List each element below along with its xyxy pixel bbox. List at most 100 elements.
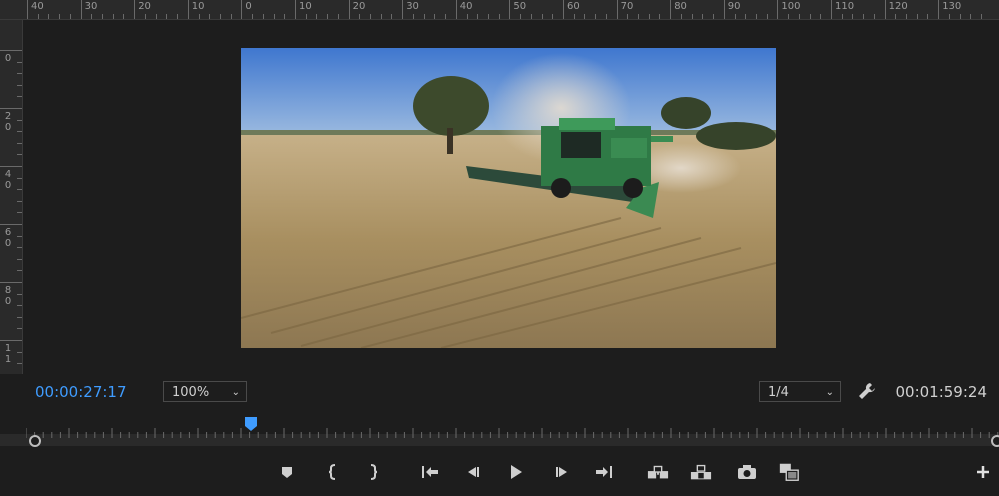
ruler-minor-tick <box>59 14 61 19</box>
overwrite-icon <box>690 464 712 480</box>
ruler-major-tick <box>0 340 22 341</box>
play-button[interactable] <box>505 461 527 483</box>
step-forward-icon <box>556 467 567 477</box>
ruler-minor-tick <box>17 84 22 86</box>
ruler-minor-tick <box>273 14 275 19</box>
step-back-button[interactable] <box>462 461 484 483</box>
ruler-minor-tick <box>17 247 22 249</box>
ruler-minor-tick <box>17 177 22 179</box>
harvest-field-image <box>241 48 776 348</box>
horizontal-ruler: 40 30 20 10 0 10 20 30 40 50 60 70 80 90 100 110 120 130 <box>22 0 999 20</box>
ruler-minor-tick <box>573 14 575 19</box>
ruler-major-tick <box>0 166 22 167</box>
ruler-major-tick <box>455 0 457 19</box>
ruler-major-tick <box>938 0 940 19</box>
add-button[interactable] <box>972 461 994 483</box>
ruler-minor-tick <box>198 14 200 19</box>
ruler-minor-tick <box>713 14 715 19</box>
ruler-label: 1 1 <box>4 343 12 365</box>
ruler-minor-tick <box>520 14 522 19</box>
ruler-minor-tick <box>627 14 629 19</box>
comparison-view-icon <box>779 463 799 481</box>
ruler-major-tick <box>777 0 779 19</box>
ruler-major-tick <box>723 0 725 19</box>
scrollbar-start-handle[interactable] <box>29 435 41 447</box>
ruler-minor-tick <box>766 14 768 19</box>
add-marker-button[interactable] <box>276 461 298 483</box>
ruler-minor-tick <box>262 14 264 19</box>
ruler-minor-tick <box>948 14 950 19</box>
overwrite-button[interactable] <box>690 461 712 483</box>
ruler-minor-tick <box>380 14 382 19</box>
ruler-minor-tick <box>638 14 640 19</box>
plus-icon <box>977 466 989 478</box>
ruler-minor-tick <box>69 14 71 19</box>
ruler-label: 30 <box>84 1 98 12</box>
zoom-level-select[interactable]: 100% ⌄ <box>163 381 247 402</box>
ruler-minor-tick <box>17 73 22 75</box>
ruler-minor-tick <box>359 14 361 19</box>
ruler-minor-tick <box>144 14 146 19</box>
ruler-minor-tick <box>337 14 339 19</box>
ruler-minor-tick <box>734 14 736 19</box>
ruler-minor-tick <box>906 14 908 19</box>
ruler-minor-tick <box>648 14 650 19</box>
ruler-major-tick <box>27 0 28 19</box>
ruler-minor-tick <box>230 14 232 19</box>
ruler-major-tick <box>884 0 886 19</box>
ruler-minor-tick <box>17 131 22 133</box>
ruler-minor-tick <box>112 14 114 19</box>
export-frame-button[interactable] <box>736 461 758 483</box>
ruler-major-tick <box>563 0 564 19</box>
ruler-minor-tick <box>252 14 254 19</box>
mark-out-icon <box>370 464 378 480</box>
playhead[interactable] <box>244 416 258 432</box>
ruler-label: 40 <box>31 1 44 12</box>
camera-icon <box>738 465 756 479</box>
go-to-out-icon <box>596 466 612 478</box>
resolution-select[interactable]: 1/4 ⌄ <box>759 381 841 402</box>
ruler-minor-tick <box>17 270 22 272</box>
ruler-minor-tick <box>17 351 22 353</box>
ruler-major-tick <box>134 0 136 19</box>
scrollbar-end-handle[interactable] <box>991 435 999 447</box>
ruler-minor-tick <box>552 14 554 19</box>
ruler-minor-tick <box>498 14 500 19</box>
ruler-minor-tick <box>487 14 489 19</box>
timeline-track[interactable] <box>26 420 999 446</box>
ruler-minor-tick <box>466 14 468 19</box>
marker-icon <box>282 467 292 478</box>
duration-timecode: 00:01:59:24 <box>895 383 987 401</box>
settings-wrench-icon[interactable] <box>856 380 878 402</box>
go-to-out-button[interactable] <box>593 461 615 483</box>
resolution-value: 1/4 <box>768 385 789 400</box>
ruler-minor-tick <box>702 14 704 19</box>
ruler-minor-tick <box>841 14 843 19</box>
step-forward-button[interactable] <box>551 461 573 483</box>
ruler-minor-tick <box>595 14 597 19</box>
ruler-minor-tick <box>166 14 168 19</box>
ruler-label: 0 <box>245 1 252 12</box>
current-timecode[interactable]: 00:00:27:17 <box>35 383 127 401</box>
ruler-minor-tick <box>852 14 854 19</box>
ruler-minor-tick <box>284 14 286 19</box>
ruler-label: 50 <box>513 1 527 12</box>
mark-out-button[interactable] <box>362 461 384 483</box>
ruler-minor-tick <box>391 14 393 19</box>
comparison-view-button[interactable] <box>778 461 800 483</box>
ruler-label: 110 <box>835 1 855 12</box>
ruler-major-tick <box>80 0 82 19</box>
ruler-corner <box>0 0 23 20</box>
ruler-minor-tick <box>17 212 22 214</box>
ruler-minor-tick <box>755 14 757 19</box>
ruler-label: 80 <box>674 1 687 12</box>
ruler-label: 4 0 <box>4 169 12 191</box>
ruler-major-tick <box>509 0 511 19</box>
ruler-minor-tick <box>17 189 22 191</box>
mark-in-button[interactable] <box>322 461 344 483</box>
ruler-major-tick <box>0 224 22 225</box>
go-to-in-button[interactable] <box>419 461 441 483</box>
ruler-minor-tick <box>584 14 586 19</box>
insert-button[interactable] <box>647 461 669 483</box>
ruler-label: 30 <box>406 1 419 12</box>
